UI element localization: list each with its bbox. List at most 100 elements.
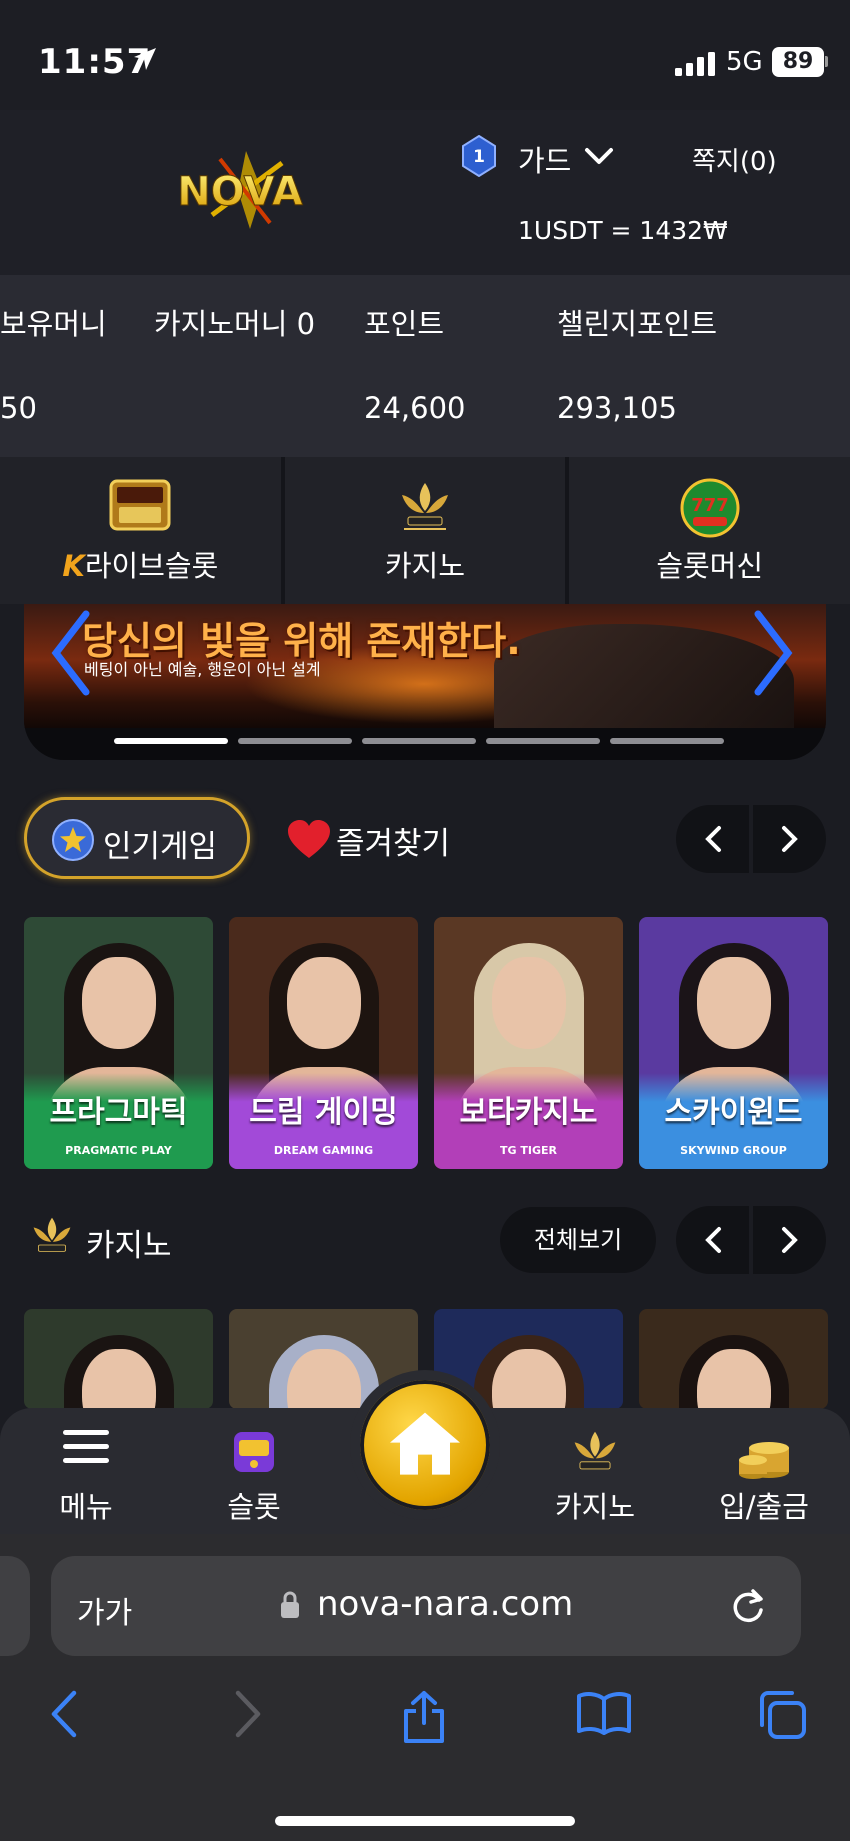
exchange-rate: 1USDT = 1432₩ bbox=[518, 216, 728, 245]
nova-logo[interactable]: NOVA bbox=[150, 145, 330, 235]
address-bar[interactable]: 가가 nova-nara.com bbox=[51, 1556, 801, 1656]
messages-link[interactable]: 쪽지(0) bbox=[692, 141, 777, 178]
forward-icon[interactable] bbox=[230, 1689, 266, 1739]
svg-text:NOVA: NOVA bbox=[177, 169, 303, 215]
game-name: 드림 게이밍 bbox=[249, 1095, 398, 1130]
banner-subtitle: 베팅이 아닌 예술, 행운이 아닌 설계 bbox=[84, 660, 321, 679]
site-header: NOVA 1 가드 쪽지(0) 1USDT = 1432₩ bbox=[0, 110, 850, 275]
network-type: 5G bbox=[726, 47, 763, 77]
carousel-dot[interactable] bbox=[362, 738, 476, 744]
tab-label: 카지노 bbox=[554, 1490, 636, 1524]
provider-logo: PRAGMATIC PLAY bbox=[65, 1144, 172, 1157]
tab-popular-label: 인기게임 bbox=[103, 829, 218, 865]
chevron-right-icon[interactable] bbox=[748, 608, 798, 698]
balance-panel: 보유머니 카지노머니 0 포인트 챌린지포인트 50 24,600 293,10… bbox=[0, 275, 850, 457]
carousel-dot[interactable] bbox=[610, 738, 724, 744]
chevron-left-icon bbox=[704, 826, 721, 852]
category-slot-machine[interactable]: 777 슬롯머신 bbox=[565, 457, 850, 604]
category-nav: K라이브슬롯 카지노 777 슬롯머신 bbox=[0, 457, 850, 604]
carousel-dot[interactable] bbox=[238, 738, 352, 744]
tab-casino[interactable]: 카지노 bbox=[525, 1408, 665, 1534]
reader-settings-button[interactable]: 가가 bbox=[77, 1588, 132, 1632]
bookmarks-icon[interactable] bbox=[576, 1689, 632, 1737]
heart-icon[interactable] bbox=[286, 818, 332, 860]
promo-banner[interactable]: 당신의 빛을 위해 존재한다. 베팅이 아닌 예술, 행운이 아닌 설계 bbox=[24, 604, 826, 760]
slot-machine-icon bbox=[234, 1432, 274, 1472]
tab-popular-games[interactable]: 인기게임 bbox=[24, 797, 250, 879]
balance-value-challenge: 293,105 bbox=[557, 391, 677, 425]
carousel-dot[interactable] bbox=[486, 738, 600, 744]
view-all-button[interactable]: 전체보기 bbox=[500, 1207, 656, 1273]
casino-pager bbox=[676, 1206, 826, 1274]
casino-game-card[interactable] bbox=[24, 1309, 213, 1409]
hamburger-menu-icon bbox=[63, 1430, 109, 1463]
tab-label: 메뉴 bbox=[59, 1490, 113, 1524]
url-text: nova-nara.com bbox=[317, 1584, 574, 1624]
home-button[interactable] bbox=[360, 1380, 490, 1510]
username-dropdown[interactable]: 가드 bbox=[518, 138, 571, 180]
reload-icon[interactable] bbox=[729, 1586, 767, 1626]
battery-icon: 89 bbox=[772, 47, 824, 77]
provider-logo: TG TIGER bbox=[500, 1144, 557, 1157]
share-icon[interactable] bbox=[400, 1689, 448, 1745]
k-slot-casino-icon bbox=[33, 1217, 71, 1252]
chevron-left-icon bbox=[704, 1227, 721, 1253]
location-arrow-icon bbox=[134, 48, 156, 70]
game-thumbnail bbox=[24, 1309, 213, 1409]
carousel-dot[interactable] bbox=[114, 738, 228, 744]
chevron-down-icon[interactable] bbox=[584, 146, 614, 166]
game-name: 보타카지노 bbox=[459, 1095, 598, 1130]
previous-tab[interactable] bbox=[0, 1556, 30, 1656]
level-badge-icon: 1 bbox=[462, 135, 496, 177]
game-card[interactable]: 스카이윈드 SKYWIND GROUP bbox=[639, 917, 828, 1169]
balance-value-points: 24,600 bbox=[364, 391, 466, 425]
carousel-dots bbox=[114, 738, 724, 744]
tab-deposit-withdraw[interactable]: 입/출금 bbox=[694, 1408, 834, 1534]
balance-label-casino: 카지노머니 0 bbox=[154, 307, 316, 341]
balance-label-money: 보유머니 bbox=[0, 307, 107, 341]
category-live-slot[interactable]: K라이브슬롯 bbox=[0, 457, 281, 604]
tab-label: 입/출금 bbox=[719, 1490, 809, 1524]
game-card[interactable]: 프라그마틱 PRAGMATIC PLAY bbox=[24, 917, 213, 1169]
tab-label: 슬롯 bbox=[227, 1490, 281, 1524]
tab-menu[interactable]: 메뉴 bbox=[16, 1408, 156, 1534]
next-button[interactable] bbox=[753, 805, 826, 873]
category-label: 슬롯머신 bbox=[656, 549, 764, 583]
popular-games-row: 프라그마틱 PRAGMATIC PLAY 드림 게이밍 DREAM GAMING… bbox=[24, 917, 832, 1169]
game-card[interactable]: 드림 게이밍 DREAM GAMING bbox=[229, 917, 418, 1169]
provider-logo: DREAM GAMING bbox=[273, 1144, 374, 1157]
category-casino[interactable]: 카지노 bbox=[280, 457, 566, 604]
balance-label-points: 포인트 bbox=[364, 307, 445, 341]
game-name: 프라그마틱 bbox=[49, 1095, 188, 1130]
svg-text:1: 1 bbox=[473, 147, 485, 167]
coins-icon bbox=[739, 1442, 789, 1479]
popular-pager bbox=[676, 805, 826, 873]
category-label: K라이브슬롯 bbox=[62, 549, 219, 583]
battery-tip bbox=[825, 56, 828, 67]
svg-text:777: 777 bbox=[691, 495, 729, 516]
home-icon bbox=[390, 1412, 460, 1475]
k-slot-casino-icon bbox=[402, 483, 448, 530]
provider-logo: SKYWIND GROUP bbox=[680, 1144, 787, 1157]
next-button[interactable] bbox=[753, 1206, 826, 1274]
casino-game-card[interactable] bbox=[639, 1309, 828, 1409]
balance-value-money: 50 bbox=[0, 391, 37, 425]
tab-slot[interactable]: 슬롯 bbox=[184, 1408, 324, 1534]
back-icon[interactable] bbox=[46, 1689, 82, 1739]
game-name: 스카이윈드 bbox=[664, 1095, 803, 1130]
tabs-icon[interactable] bbox=[756, 1689, 808, 1741]
chevron-right-icon bbox=[781, 826, 798, 852]
game-thumbnail bbox=[639, 1309, 828, 1409]
cellular-signal-icon bbox=[675, 52, 715, 76]
star-icon bbox=[52, 819, 94, 861]
lock-icon bbox=[281, 1591, 299, 1618]
tab-favorites[interactable]: 즐겨찾기 bbox=[336, 818, 450, 863]
777-slots-icon: 777 bbox=[680, 478, 740, 538]
prev-button[interactable] bbox=[676, 1206, 749, 1274]
k-slot-casino-icon bbox=[574, 1431, 616, 1470]
prev-button[interactable] bbox=[676, 805, 749, 873]
category-label: 카지노 bbox=[384, 549, 466, 583]
chevron-right-icon bbox=[781, 1227, 798, 1253]
balance-label-challenge: 챌린지포인트 bbox=[557, 307, 718, 341]
game-card[interactable]: 보타카지노 TG TIGER bbox=[434, 917, 623, 1169]
